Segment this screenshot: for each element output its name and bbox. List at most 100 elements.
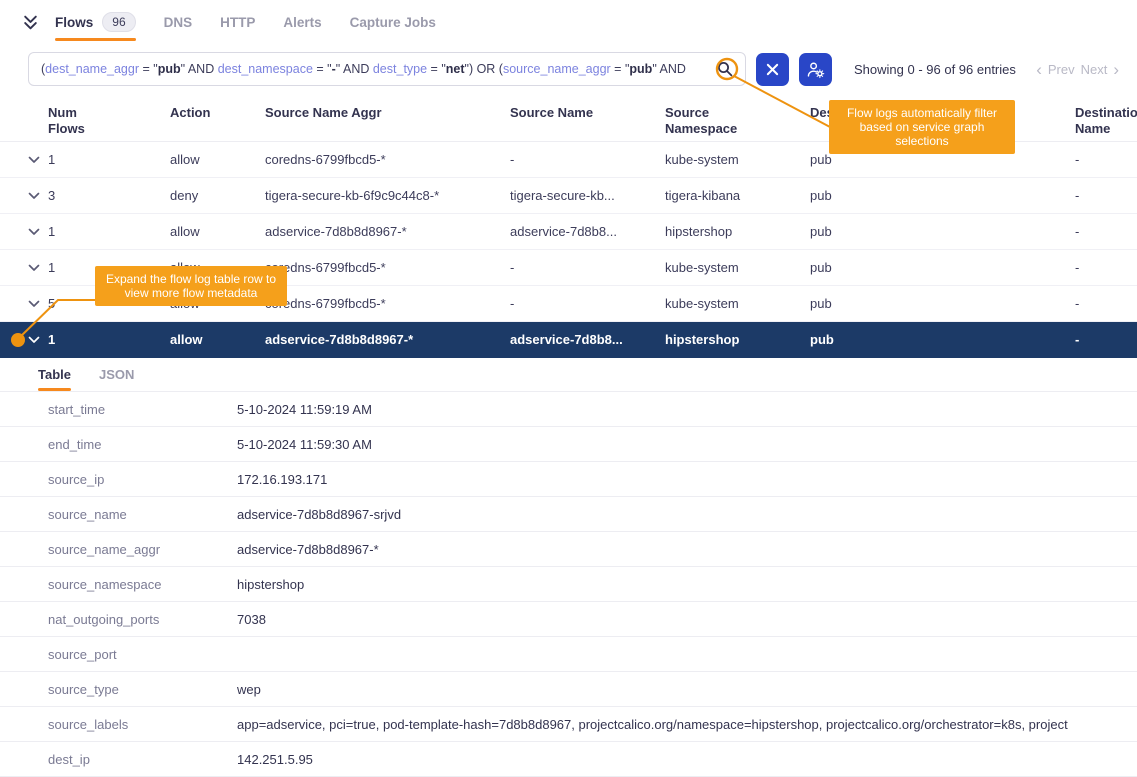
- detail-value: adservice-7d8b8d8967-srjvd: [237, 507, 1137, 522]
- flow-cell-src_ns: kube-system: [665, 152, 810, 167]
- query-segment: " AND: [652, 62, 686, 76]
- flow-cell-dest_name: -: [1075, 296, 1137, 311]
- column-header: Source Namespace: [665, 105, 759, 138]
- detail-row: source_labelsapp=adservice, pci=true, po…: [0, 707, 1137, 742]
- collapse-panel-button[interactable]: [22, 15, 39, 30]
- detail-key: source_type: [48, 682, 237, 697]
- tab-flows[interactable]: Flows 96: [55, 0, 136, 44]
- detail-row: source_port: [0, 637, 1137, 672]
- next-arrow-icon[interactable]: ›: [1113, 61, 1119, 78]
- flow-cell-action: allow: [170, 332, 265, 347]
- clear-filter-button[interactable]: [756, 53, 789, 86]
- detail-key: end_time: [48, 437, 237, 452]
- detail-row: source_typewep: [0, 672, 1137, 707]
- flow-cell-src_aggr: coredns-6799fbcd5-*: [265, 152, 510, 167]
- search-icon: [717, 61, 733, 77]
- tab-dns[interactable]: DNS: [164, 0, 193, 44]
- flow-cell-src_aggr: coredns-6799fbcd5-*: [265, 260, 510, 275]
- double-chevron-down-icon: [22, 15, 39, 30]
- callout-filter-hint: Flow logs automatically filter based on …: [829, 100, 1015, 154]
- chevron-down-icon[interactable]: [28, 336, 48, 344]
- flow-cell-src_ns: hipstershop: [665, 332, 810, 347]
- detail-row: end_time5-10-2024 11:59:30 AM: [0, 427, 1137, 462]
- chevron-down-icon[interactable]: [28, 228, 48, 236]
- detail-key: source_ip: [48, 472, 237, 487]
- detail-key: nat_outgoing_ports: [48, 612, 237, 627]
- column-header: Source Name: [510, 105, 665, 121]
- query-segment: pub: [158, 62, 181, 76]
- detail-key: source_name: [48, 507, 237, 522]
- filter-bar: (dest_name_aggr = "pub" AND dest_namespa…: [0, 44, 1137, 96]
- detail-value: hipstershop: [237, 577, 1137, 592]
- tab-label: Alerts: [283, 15, 321, 30]
- tab-label: DNS: [164, 15, 193, 30]
- query-segment: ") OR (: [465, 62, 503, 76]
- detail-key: dest_ip: [48, 752, 237, 767]
- detail-row: source_nameadservice-7d8b8d8967-srjvd: [0, 497, 1137, 532]
- flow-cell-dest_aggr: pub: [810, 224, 1075, 239]
- filter-query-input[interactable]: (dest_name_aggr = "pub" AND dest_namespa…: [28, 52, 746, 86]
- flow-cell-dest_name: -: [1075, 260, 1137, 275]
- flow-cell-dest_aggr: pub: [810, 188, 1075, 203]
- detail-tab-bar: Table JSON: [0, 358, 1137, 392]
- flow-cell-dest_name: -: [1075, 332, 1137, 347]
- flow-cell-dest_name: -: [1075, 188, 1137, 203]
- detail-table: start_time5-10-2024 11:59:19 AMend_time5…: [0, 392, 1137, 777]
- user-filter-settings-button[interactable]: [799, 53, 832, 86]
- flow-cell-src_aggr: adservice-7d8b8d8967-*: [265, 332, 510, 347]
- query-segment: source_name_aggr: [503, 62, 611, 76]
- chevron-down-icon[interactable]: [28, 156, 48, 164]
- prev-arrow-icon[interactable]: ‹: [1036, 61, 1042, 78]
- query-segment: dest_type: [373, 62, 427, 76]
- tab-count-badge: 96: [102, 12, 135, 32]
- detail-row: source_namespacehipstershop: [0, 567, 1137, 602]
- detail-value: 142.251.5.95: [237, 752, 1137, 767]
- detail-row: start_time5-10-2024 11:59:19 AM: [0, 392, 1137, 427]
- detail-tab-table[interactable]: Table: [38, 358, 71, 391]
- flow-row[interactable]: 3denytigera-secure-kb-6f9c9c44c8-*tigera…: [0, 178, 1137, 214]
- detail-row: nat_outgoing_ports7038: [0, 602, 1137, 637]
- chevron-down-icon[interactable]: [28, 264, 48, 272]
- chevron-down-icon[interactable]: [28, 300, 48, 308]
- query-segment: = ": [313, 62, 332, 76]
- next-button[interactable]: Next: [1081, 62, 1108, 77]
- flow-cell-src_ns: kube-system: [665, 296, 810, 311]
- flow-cell-src_name: -: [510, 152, 665, 167]
- flow-row[interactable]: 1allowadservice-7d8b8d8967-*adservice-7d…: [0, 322, 1137, 358]
- query-segment: dest_namespace: [218, 62, 313, 76]
- flow-table-body: 1allowcoredns-6799fbcd5-*-kube-systempub…: [0, 142, 1137, 358]
- flow-cell-num: 1: [48, 152, 170, 167]
- close-icon: [766, 63, 779, 76]
- chevron-down-icon[interactable]: [28, 192, 48, 200]
- query-segment: dest_name_aggr: [45, 62, 139, 76]
- user-gear-icon: [806, 60, 825, 79]
- detail-value: 5-10-2024 11:59:30 AM: [237, 437, 1137, 452]
- flow-cell-action: deny: [170, 188, 265, 203]
- tab-label: HTTP: [220, 15, 255, 30]
- flow-row[interactable]: 1allowadservice-7d8b8d8967-*adservice-7d…: [0, 214, 1137, 250]
- detail-row: source_ip172.16.193.171: [0, 462, 1137, 497]
- flow-cell-dest_aggr: pub: [810, 296, 1075, 311]
- detail-key: start_time: [48, 402, 237, 417]
- prev-button[interactable]: Prev: [1048, 62, 1075, 77]
- tab-label: Flows: [55, 15, 93, 30]
- flow-cell-src_name: adservice-7d8b8...: [510, 224, 665, 239]
- query-segment: pub: [629, 62, 652, 76]
- flow-cell-src_aggr: adservice-7d8b8d8967-*: [265, 224, 510, 239]
- flow-cell-src_name: tigera-secure-kb...: [510, 188, 665, 203]
- detail-value: app=adservice, pci=true, pod-template-ha…: [237, 717, 1137, 732]
- column-header: Source Name Aggr: [265, 105, 510, 121]
- column-header: Destination Name: [1075, 105, 1137, 138]
- flow-cell-src_ns: hipstershop: [665, 224, 810, 239]
- pagination: ‹ Prev Next ›: [1036, 61, 1121, 78]
- tab-capture-jobs[interactable]: Capture Jobs: [350, 0, 436, 44]
- detail-tab-json[interactable]: JSON: [99, 358, 134, 391]
- detail-row: dest_ip142.251.5.95: [0, 742, 1137, 777]
- filter-query-text: (dest_name_aggr = "pub" AND dest_namespa…: [41, 62, 709, 76]
- flow-cell-src_name: -: [510, 296, 665, 311]
- tab-alerts[interactable]: Alerts: [283, 0, 321, 44]
- flow-cell-dest_aggr: pub: [810, 332, 1075, 347]
- tab-http[interactable]: HTTP: [220, 0, 255, 44]
- tab-list: Flows 96 DNS HTTP Alerts Capture Jobs: [55, 0, 436, 44]
- callout-expand-hint: Expand the flow log table row to view mo…: [95, 266, 287, 306]
